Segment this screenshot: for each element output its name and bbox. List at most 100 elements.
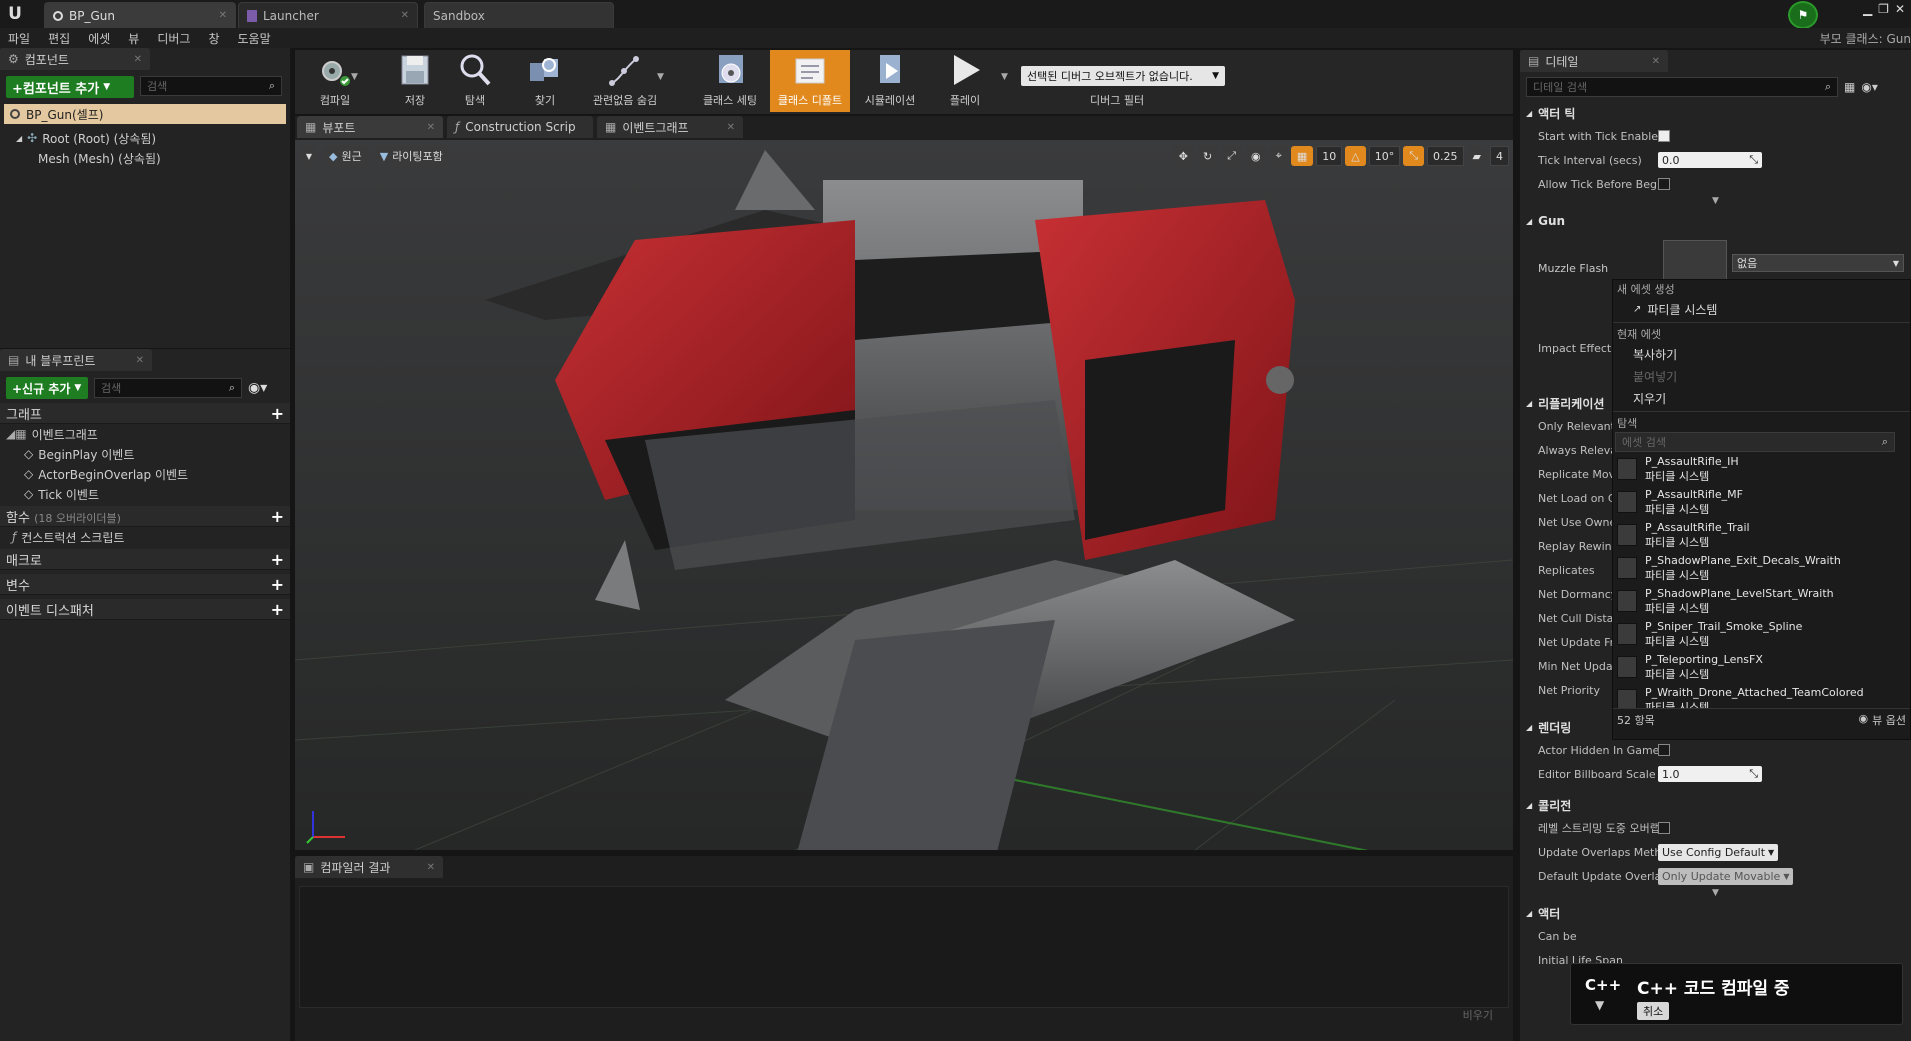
actor-hidden-checkbox[interactable] xyxy=(1658,744,1670,756)
unreal-logo-icon[interactable]: U xyxy=(4,3,26,25)
close-window-icon[interactable]: ✕ xyxy=(1895,2,1905,16)
add-new-button[interactable]: +신규 추가 ▼ xyxy=(6,377,88,399)
muzzle-flash-asset-combo[interactable]: 없음 ▼ xyxy=(1732,254,1904,272)
hide-unrelated-chevron-icon[interactable]: ▼ xyxy=(657,72,664,82)
tree-item-root[interactable]: ◢ ✣ Root (Root) (상속됨) xyxy=(0,128,290,148)
components-search-input[interactable]: 검색 ⌕ xyxy=(140,76,282,96)
translate-tool-icon[interactable]: ✥ xyxy=(1172,146,1194,166)
scale-snap-value[interactable]: 0.25 xyxy=(1427,146,1464,166)
close-icon[interactable]: ✕ xyxy=(727,122,735,133)
asset-row[interactable]: P_Teleporting_LensFX 파티클 시스템 xyxy=(1613,650,1910,683)
close-icon[interactable]: ✕ xyxy=(427,122,435,133)
update-overlaps-dropdown[interactable]: Use Config Default ▼ xyxy=(1658,843,1779,861)
view-options-button[interactable]: ◉ 뷰 옵션 xyxy=(1859,712,1906,728)
menu-window[interactable]: 창 xyxy=(208,30,219,47)
source-control-icon[interactable]: ⚑ xyxy=(1788,1,1818,29)
debug-object-dropdown[interactable]: 선택된 디버그 오브젝트가 없습니다. ▼ xyxy=(1021,66,1225,86)
default-update-dropdown[interactable]: Only Update Movable ▼ xyxy=(1658,867,1794,885)
allow-tick-checkbox[interactable] xyxy=(1658,178,1670,190)
menu-file[interactable]: 파일 xyxy=(8,30,30,47)
eye-icon[interactable]: ◉▾ xyxy=(248,380,267,396)
asset-row[interactable]: P_ShadowPlane_Exit_Decals_Wraith 파티클 시스템 xyxy=(1613,551,1910,584)
event-item-beginoverlap[interactable]: ◇ ActorBeginOverlap 이벤트 xyxy=(0,464,290,484)
asset-search-input[interactable]: 에셋 검색 ⌕ xyxy=(1615,432,1895,452)
grid-snap-value[interactable]: 10 xyxy=(1316,146,1343,166)
add-function-icon[interactable]: + xyxy=(271,507,284,526)
my-blueprint-search-input[interactable]: 검색 ⌕ xyxy=(94,378,242,398)
camera-speed-value[interactable]: 4 xyxy=(1490,146,1509,166)
find-button[interactable]: 찾기 xyxy=(505,50,585,112)
components-tab[interactable]: ⚙ 컴포넌트 ✕ xyxy=(0,48,150,70)
rotation-snap-value[interactable]: 10° xyxy=(1368,146,1401,166)
level-streaming-checkbox[interactable] xyxy=(1658,822,1670,834)
rotation-snap-icon[interactable]: △ xyxy=(1345,146,1366,166)
add-graph-icon[interactable]: + xyxy=(271,404,284,423)
compiler-results-tab[interactable]: ▣ 컴파일러 결과 ✕ xyxy=(295,856,443,878)
maximize-icon[interactable]: ❐ xyxy=(1878,2,1889,16)
menu-view[interactable]: 뷰 xyxy=(128,30,139,47)
self-component-row[interactable]: BP_Gun(셀프) xyxy=(4,104,286,124)
menu-asset[interactable]: 에셋 xyxy=(88,30,110,47)
compile-options-chevron-icon[interactable]: ▼ xyxy=(351,72,358,82)
play-options-chevron-icon[interactable]: ▼ xyxy=(1001,72,1008,82)
close-icon[interactable]: ✕ xyxy=(134,54,142,65)
rotate-tool-icon[interactable]: ↻ xyxy=(1197,146,1219,166)
browse-button[interactable]: 탐색 xyxy=(435,50,515,112)
clear-button[interactable]: 비우기 xyxy=(1463,1007,1493,1023)
tab-sandbox[interactable]: Sandbox xyxy=(424,2,614,28)
event-item-tick[interactable]: ◇ Tick 이벤트 xyxy=(0,484,290,504)
cancel-compile-button[interactable]: 취소 xyxy=(1637,1002,1670,1020)
world-local-icon[interactable]: ◉ xyxy=(1245,146,1267,166)
viewport[interactable]: ▼ ◆ 원근 ▼ 라이팅포함 ✥ ↻ ⤢ ◉ ⌖ ▦ 10 △ 10° ⤡ 0.… xyxy=(295,140,1513,850)
event-graph-item[interactable]: ◢▦ 이벤트그래프 xyxy=(0,424,290,444)
play-button[interactable]: 플레이 xyxy=(925,50,1005,112)
close-icon[interactable]: ✕ xyxy=(136,355,144,366)
macros-category[interactable]: 매크로 + xyxy=(0,549,290,570)
eye-icon[interactable]: ◉▾ xyxy=(1861,80,1878,94)
scale-tool-icon[interactable]: ⤢ xyxy=(1221,146,1243,166)
billboard-scale-field[interactable]: 1.0 ⤡ xyxy=(1658,766,1762,782)
clear-item[interactable]: 지우기 xyxy=(1613,387,1910,409)
close-icon[interactable]: ✕ xyxy=(1652,56,1660,67)
advanced-expand-icon[interactable]: ▼ xyxy=(1520,888,1911,902)
advanced-expand-icon[interactable]: ▼ xyxy=(1520,196,1911,206)
tab-viewport[interactable]: ▦ 뷰포트 ✕ xyxy=(297,116,443,138)
my-blueprint-tab[interactable]: ▤ 내 블루프린트 ✕ xyxy=(0,349,152,371)
minimize-icon[interactable]: ▁ xyxy=(1863,2,1872,16)
tab-launcher[interactable]: Launcher ✕ xyxy=(238,2,418,28)
section-collision[interactable]: ◢ 콜리전 xyxy=(1520,794,1911,816)
variables-category[interactable]: 변수 + xyxy=(0,574,290,595)
tab-event-graph[interactable]: ▦ 이벤트그래프 ✕ xyxy=(597,116,743,138)
tick-interval-field[interactable]: 0.0 ⤡ xyxy=(1658,152,1762,168)
add-dispatcher-icon[interactable]: + xyxy=(271,600,284,619)
close-icon[interactable]: ✕ xyxy=(219,10,227,21)
lighting-button[interactable]: ▼ 라이팅포함 xyxy=(373,146,449,166)
menu-edit[interactable]: 편집 xyxy=(48,30,70,47)
asset-row[interactable]: P_AssaultRifle_IH 파티클 시스템 xyxy=(1613,452,1910,485)
grid-snap-icon[interactable]: ▦ xyxy=(1290,146,1314,166)
close-icon[interactable]: ✕ xyxy=(427,862,435,873)
details-search-input[interactable]: 디테일 검색 ⌕ xyxy=(1526,77,1838,97)
menu-help[interactable]: 도움말 xyxy=(238,30,271,47)
functions-category[interactable]: 함수 (18 오버라이더블) + xyxy=(0,506,290,527)
asset-row[interactable]: P_AssaultRifle_Trail 파티클 시스템 xyxy=(1613,518,1910,551)
details-tab[interactable]: ▤ 디테일 ✕ xyxy=(1520,50,1668,72)
event-item-beginplay[interactable]: ◇ BeginPlay 이벤트 xyxy=(0,444,290,464)
tab-construction-script[interactable]: ƒ Construction Scrip xyxy=(447,116,593,138)
copy-item[interactable]: 복사하기 xyxy=(1613,343,1910,365)
section-actor-tick[interactable]: ◢ 액터 틱 xyxy=(1520,102,1911,124)
create-particle-system-item[interactable]: ↗ 파티클 시스템 xyxy=(1613,298,1910,320)
parent-class-label[interactable]: 부모 클래스: Gun xyxy=(1820,30,1911,47)
compile-button[interactable]: 컴파일 xyxy=(295,50,375,112)
section-gun[interactable]: ◢ Gun xyxy=(1520,210,1911,232)
tab-bp-gun[interactable]: BP_Gun ✕ xyxy=(44,2,236,28)
add-variable-icon[interactable]: + xyxy=(271,575,284,594)
tree-item-mesh[interactable]: Mesh (Mesh) (상속됨) xyxy=(0,148,290,168)
asset-row[interactable]: P_ShadowPlane_LevelStart_Wraith 파티클 시스템 xyxy=(1613,584,1910,617)
dispatchers-category[interactable]: 이벤트 디스패처 + xyxy=(0,599,290,620)
simulation-button[interactable]: 시뮬레이션 xyxy=(850,50,930,112)
start-with-tick-checkbox[interactable] xyxy=(1658,130,1670,142)
class-defaults-button[interactable]: 클래스 디폴트 xyxy=(770,50,850,112)
paste-item[interactable]: 붙여넣기 xyxy=(1613,365,1910,387)
asset-row[interactable]: P_Sniper_Trail_Smoke_Spline 파티클 시스템 xyxy=(1613,617,1910,650)
